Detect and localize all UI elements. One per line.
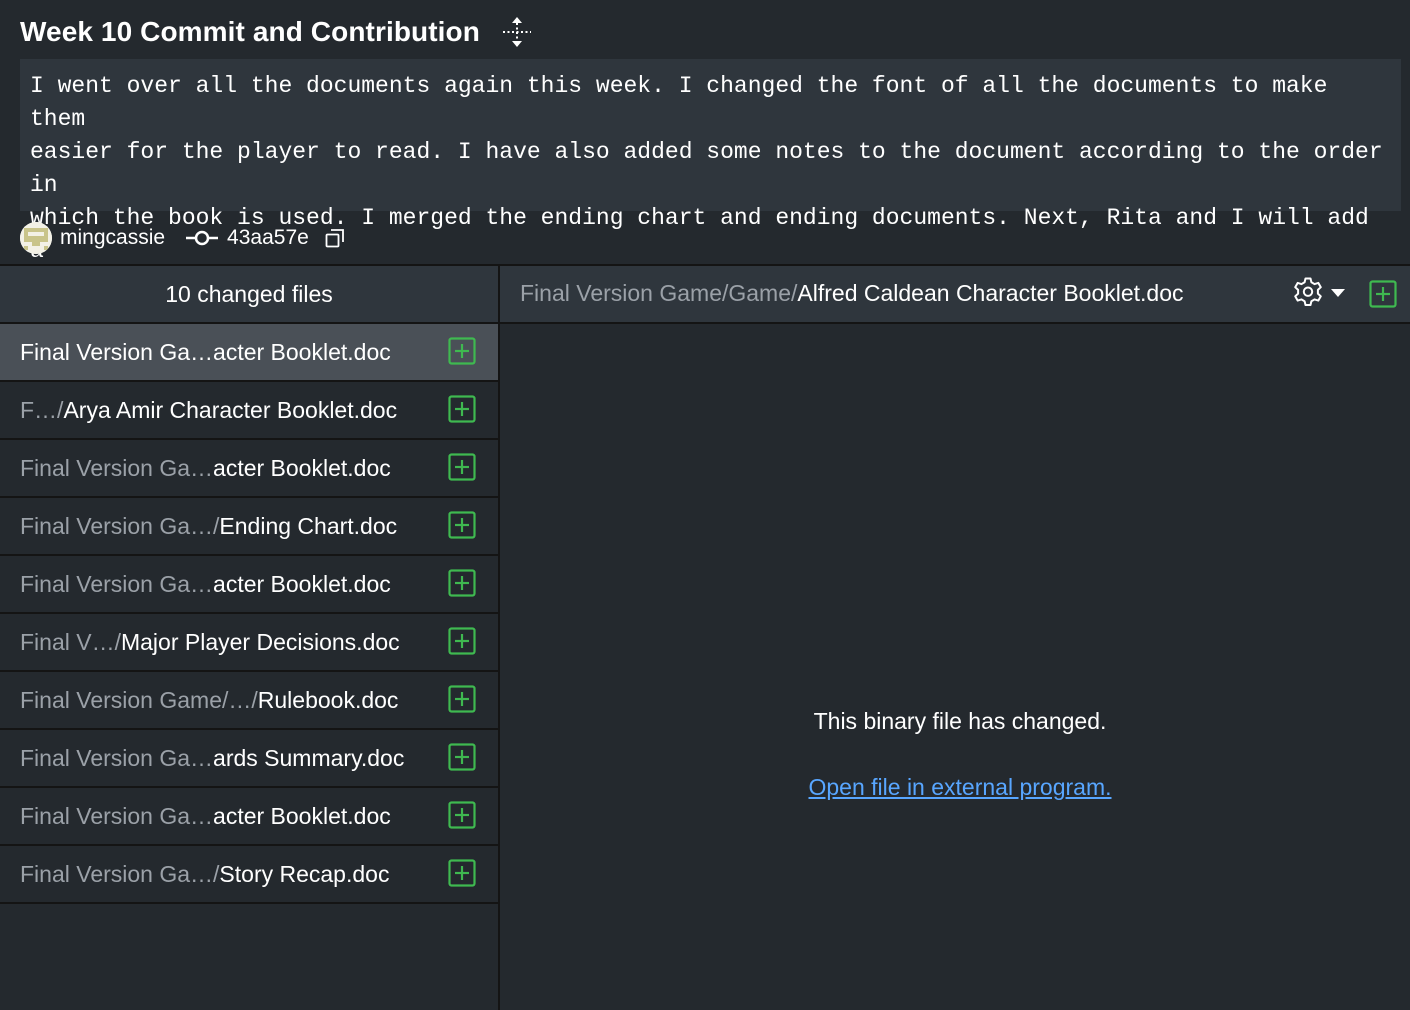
changed-file-name: Major Player Decisions.doc — [120, 628, 400, 655]
diff-file-path: Final Version Game/Game/Alfred Caldean C… — [520, 280, 1184, 307]
changed-file-item[interactable]: Final Version Ga…/Story Recap.doc — [0, 846, 498, 904]
changed-file-name: acter Booklet.doc — [213, 454, 391, 481]
changed-file-item[interactable]: Final V…/Major Player Decisions.doc — [0, 614, 498, 672]
changed-file-dir: Final Version Ga…/ — [20, 512, 220, 539]
changed-file-item[interactable]: F…/Arya Amir Character Booklet.doc — [0, 382, 498, 440]
git-commit-icon — [185, 228, 219, 248]
changed-file-dir: Final Version Game/…/ — [20, 686, 258, 713]
diff-settings-button[interactable] — [1292, 274, 1354, 314]
changed-file-path: Final Version Ga…/Story Recap.doc — [20, 861, 389, 888]
changed-file-name: Arya Amir Character Booklet.doc — [63, 396, 398, 423]
changed-file-item[interactable]: Final Version Ga…acter Booklet.doc — [0, 788, 498, 846]
changed-file-path: Final Version Ga…/Ending Chart.doc — [20, 513, 397, 540]
changed-file-dir: Final Version Ga… — [20, 744, 214, 771]
changed-file-dir: Final Version Ga… — [20, 570, 214, 597]
commit-meta: mingcassie 43aa57e — [20, 221, 347, 255]
changed-file-name: ards Summary.doc — [213, 744, 405, 771]
changed-file-name: acter Booklet.doc — [213, 338, 391, 365]
changed-file-dir: F…/ — [20, 396, 64, 423]
open-external-link[interactable]: Open file in external program. — [809, 774, 1112, 800]
file-added-icon — [448, 685, 476, 713]
diff-content: This binary file has changed. Open file … — [500, 324, 1410, 1010]
changed-file-dir: Final Version Ga… — [20, 802, 214, 829]
file-added-icon — [448, 395, 476, 423]
changed-file-name: Rulebook.doc — [257, 686, 399, 713]
changed-file-item[interactable]: Final Version Ga…acter Booklet.doc — [0, 324, 498, 382]
file-added-icon — [448, 627, 476, 655]
commit-description-box: I went over all the documents again this… — [20, 59, 1401, 297]
changed-file-dir: Final Version Ga…/ — [20, 860, 220, 887]
diff-file-dir: Final Version Game/Game/ — [520, 280, 798, 306]
expand-arrows-icon[interactable] — [502, 15, 532, 49]
file-added-icon — [448, 743, 476, 771]
changed-file-path: Final V…/Major Player Decisions.doc — [20, 629, 400, 656]
changed-file-path: Final Version Ga…acter Booklet.doc — [20, 339, 391, 366]
commit-sha: 43aa57e — [227, 226, 309, 249]
changed-file-dir: Final V…/ — [20, 628, 121, 655]
changed-file-name: acter Booklet.doc — [213, 802, 391, 829]
changed-files-sidebar: 10 changed files Final Version Ga…acter … — [0, 266, 500, 1010]
file-added-icon — [448, 337, 476, 365]
changed-file-dir: Final Version Ga… — [20, 454, 214, 481]
binary-file-message: This binary file has changed. — [813, 708, 1107, 734]
file-added-icon — [448, 801, 476, 829]
commit-view: Week 10 Commit and Contribution I went o… — [0, 0, 1410, 1010]
changed-file-path: Final Version Ga…ards Summary.doc — [20, 745, 404, 772]
changed-files-count: 10 changed files — [0, 266, 498, 324]
changed-files-list: Final Version Ga…acter Booklet.doc F…/Ary… — [0, 324, 498, 904]
commit-title-row: Week 10 Commit and Contribution — [20, 14, 532, 50]
open-external-link-row: Open file in external program. — [500, 774, 1410, 801]
file-added-icon — [448, 859, 476, 887]
changed-file-item[interactable]: Final Version Game/…/Rulebook.doc — [0, 672, 498, 730]
changed-file-name: acter Booklet.doc — [213, 570, 391, 597]
avatar — [20, 222, 52, 254]
commit-summary: Week 10 Commit and Contribution I went o… — [0, 0, 1410, 297]
commit-title: Week 10 Commit and Contribution — [20, 16, 480, 47]
changed-file-name: Ending Chart.doc — [219, 512, 398, 539]
commit-author: mingcassie — [60, 226, 166, 249]
changed-file-name: Story Recap.doc — [219, 860, 390, 887]
diff-file-name: Alfred Caldean Character Booklet.doc — [797, 280, 1184, 306]
copy-icon[interactable] — [323, 226, 347, 250]
changed-file-item[interactable]: Final Version Ga…acter Booklet.doc — [0, 556, 498, 614]
changed-file-item[interactable]: Final Version Ga…/Ending Chart.doc — [0, 498, 498, 556]
diff-header: Final Version Game/Game/Alfred Caldean C… — [500, 266, 1410, 324]
file-added-icon — [448, 511, 476, 539]
changed-file-path: Final Version Ga…acter Booklet.doc — [20, 571, 391, 598]
changed-file-dir: Final Version Ga… — [20, 338, 214, 365]
changed-file-path: Final Version Game/…/Rulebook.doc — [20, 687, 398, 714]
changed-file-item[interactable]: Final Version Ga…ards Summary.doc — [0, 730, 498, 788]
caret-down-icon — [1330, 285, 1346, 303]
file-added-icon — [1369, 280, 1397, 308]
file-added-icon — [448, 569, 476, 597]
changed-file-path: Final Version Ga…acter Booklet.doc — [20, 455, 391, 482]
changed-file-path: F…/Arya Amir Character Booklet.doc — [20, 397, 397, 424]
gear-icon — [1292, 276, 1324, 313]
changed-file-item[interactable]: Final Version Ga…acter Booklet.doc — [0, 440, 498, 498]
changed-file-path: Final Version Ga…acter Booklet.doc — [20, 803, 391, 830]
file-added-icon — [448, 453, 476, 481]
